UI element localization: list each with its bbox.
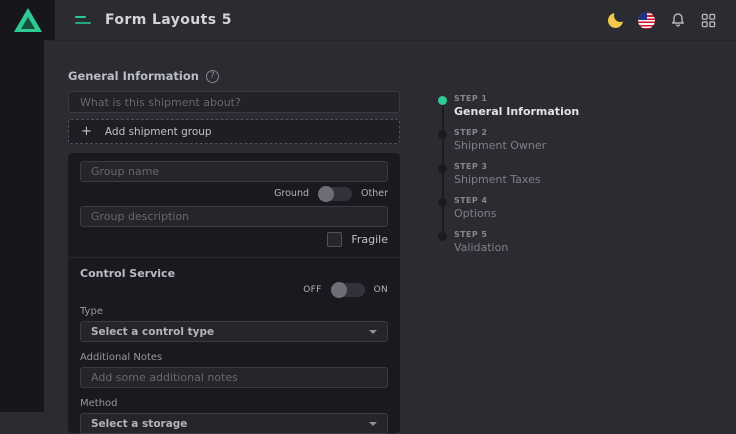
add-shipment-group-button[interactable]: + Add shipment group: [68, 119, 400, 144]
step-title: Validation: [454, 241, 658, 254]
shipment-about-input[interactable]: [68, 91, 400, 113]
notes-label: Additional Notes: [80, 352, 388, 363]
apps-grid-icon[interactable]: [701, 13, 716, 28]
ground-other-toggle[interactable]: [318, 187, 352, 201]
step-title: General Information: [454, 105, 658, 118]
step-dot: [438, 232, 447, 241]
step-1-general-information[interactable]: STEP 1 General Information: [438, 94, 658, 119]
step-dot: [438, 130, 447, 139]
shipment-group-card: Ground Other Fragile Control Service OFF…: [68, 153, 400, 433]
menu-icon[interactable]: [75, 16, 91, 24]
dark-mode-moon-icon[interactable]: [608, 13, 623, 28]
chevron-down-icon: [369, 330, 377, 334]
control-type-select[interactable]: Select a control type: [80, 321, 388, 342]
fragile-row: Fragile: [80, 232, 388, 247]
chevron-down-icon: [369, 422, 377, 426]
step-caption: STEP 1: [454, 94, 658, 103]
step-2-shipment-owner[interactable]: STEP 2 Shipment Owner: [438, 128, 658, 153]
step-caption: STEP 5: [454, 230, 658, 239]
header-actions: [608, 12, 736, 29]
control-service-title: Control Service: [80, 267, 388, 280]
bell-icon[interactable]: [670, 12, 686, 28]
step-caption: STEP 3: [454, 162, 658, 171]
storage-method-value: Select a storage: [91, 418, 187, 430]
fragile-label: Fragile: [351, 233, 388, 246]
step-dot: [438, 164, 447, 173]
group-name-input[interactable]: [80, 161, 388, 182]
on-label: ON: [374, 285, 388, 295]
step-caption: STEP 2: [454, 128, 658, 137]
storage-method-select[interactable]: Select a storage: [80, 413, 388, 434]
fragile-checkbox[interactable]: [327, 232, 342, 247]
type-label: Type: [80, 306, 388, 317]
top-header: Form Layouts 5: [0, 0, 736, 40]
off-on-toggle-row: OFF ON: [80, 282, 388, 297]
help-icon[interactable]: ?: [206, 70, 219, 83]
other-label: Other: [361, 188, 388, 199]
section-header: General Information ?: [68, 69, 219, 83]
step-3-shipment-taxes[interactable]: STEP 3 Shipment Taxes: [438, 162, 658, 187]
step-caption: STEP 4: [454, 196, 658, 205]
page-title: Form Layouts 5: [105, 12, 232, 28]
step-dot: [438, 96, 447, 105]
additional-notes-input[interactable]: [80, 367, 388, 388]
app-logo[interactable]: [0, 0, 55, 40]
step-title: Shipment Owner: [454, 139, 658, 152]
step-title: Options: [454, 207, 658, 220]
control-type-value: Select a control type: [91, 326, 214, 338]
section-title: General Information: [68, 69, 199, 83]
wizard-stepper: STEP 1 General Information STEP 2 Shipme…: [438, 94, 658, 264]
step-title: Shipment Taxes: [454, 173, 658, 186]
card-divider: [68, 257, 400, 258]
add-shipment-group-label: Add shipment group: [105, 126, 212, 138]
step-dot: [438, 198, 447, 207]
method-label: Method: [80, 398, 388, 409]
ground-other-toggle-row: Ground Other: [80, 186, 388, 201]
plus-icon: +: [81, 125, 92, 138]
step-4-options[interactable]: STEP 4 Options: [438, 196, 658, 221]
step-5-validation[interactable]: STEP 5 Validation: [438, 230, 658, 255]
us-flag-icon[interactable]: [638, 12, 655, 29]
off-label: OFF: [303, 285, 321, 295]
ground-label: Ground: [274, 188, 309, 199]
group-description-input[interactable]: [80, 206, 388, 227]
off-on-toggle[interactable]: [331, 283, 365, 297]
sidebar: [0, 0, 44, 412]
